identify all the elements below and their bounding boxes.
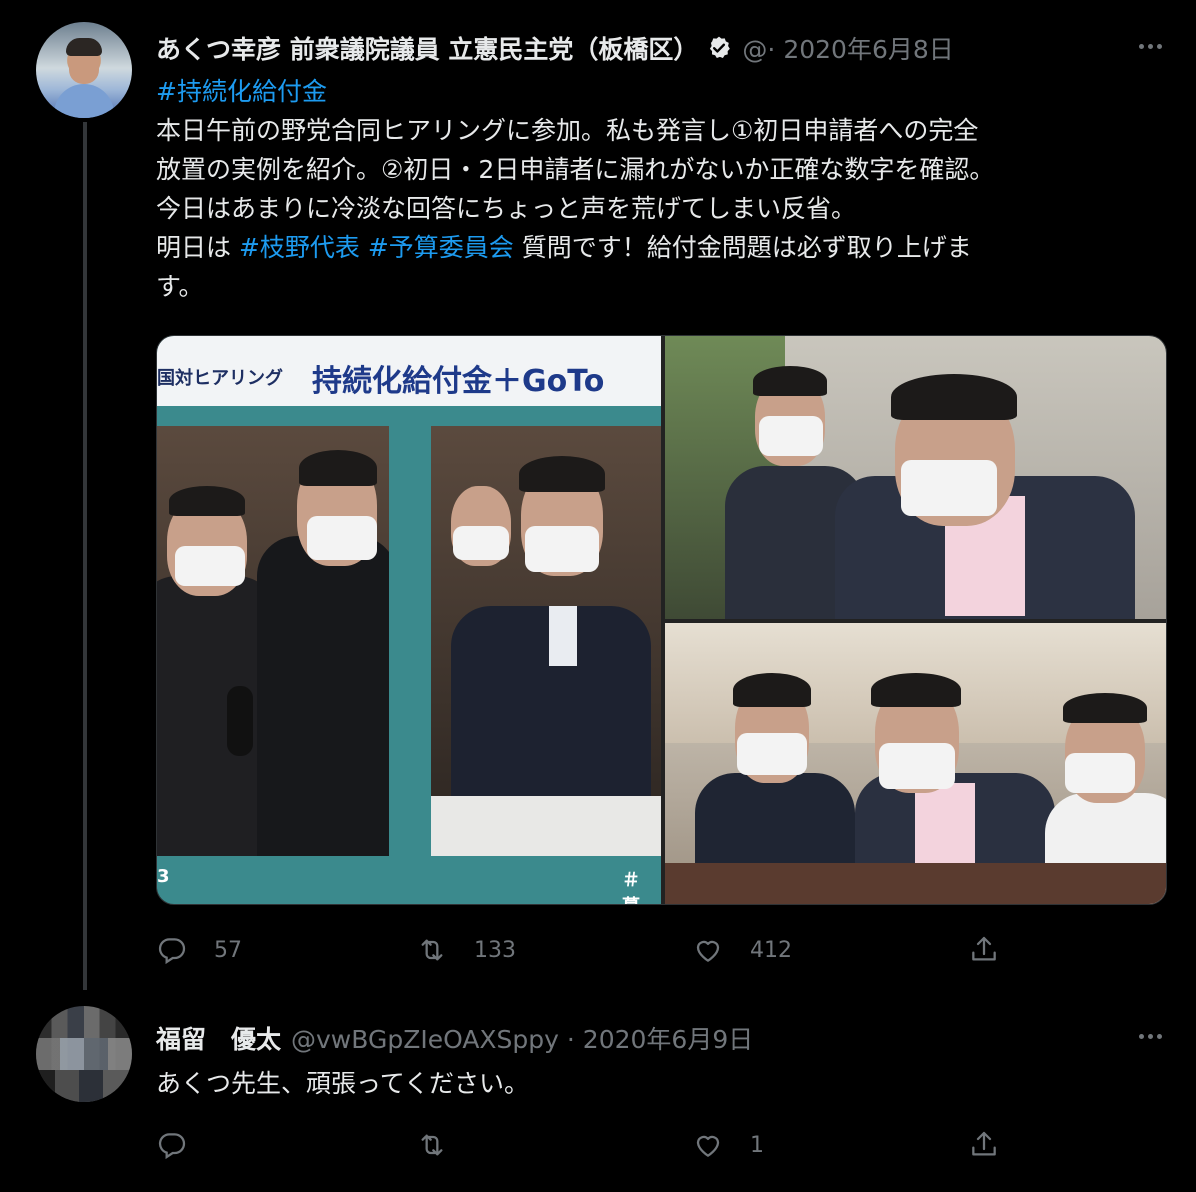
reply-button[interactable]: 57: [156, 932, 242, 968]
media-footer-left: 3: [157, 866, 170, 887]
reply-text: あくつ先生、頑張ってください。: [156, 1069, 530, 1098]
reply-actions: 1: [156, 1127, 1036, 1163]
video-panel-left: [157, 426, 389, 856]
tweet-text-line: #持続化給付金: [156, 72, 1156, 111]
like-count: 412: [750, 937, 792, 963]
thread-line: [83, 122, 87, 990]
tweet-text-line: 今日はあまりに冷淡な回答にちょっと声を荒げてしまい反省。: [156, 189, 1156, 228]
tweet-actions: 57 133 412: [156, 932, 1036, 968]
like-icon: [696, 1135, 720, 1157]
reply-button[interactable]: [156, 1127, 214, 1163]
more-icon[interactable]: [1130, 1024, 1170, 1048]
verified-icon: [710, 36, 731, 58]
reply-icon: [158, 938, 186, 965]
media-image-hearing[interactable]: 国対ヒアリング 持続化給付金＋GoTo 3 ＃: [157, 336, 661, 904]
tweet-media[interactable]: 国対ヒアリング 持続化給付金＋GoTo 3 ＃: [156, 335, 1167, 905]
hashtag-link[interactable]: #予算委員会: [368, 233, 514, 262]
tweet-text-line: 明日は #枝野代表 #予算委員会 質問です！給付金問題は必ず取り上げま: [156, 228, 1156, 267]
tweet-text-line: 本日午前の野党合同ヒアリングに参加。私も発言し①初日申請者への完全: [156, 111, 1156, 150]
retweet-icon: [421, 939, 443, 961]
media-footer-right: ＃ 暮: [622, 870, 640, 904]
like-button[interactable]: 412: [692, 932, 792, 968]
handle-date[interactable]: @· 2020年6月8日: [742, 30, 953, 66]
hashtag-link[interactable]: #枝野代表: [239, 233, 360, 262]
tweet-text-segment: 明日は: [156, 233, 239, 262]
retweet-icon: [421, 1134, 443, 1156]
more-icon[interactable]: [1130, 34, 1170, 58]
like-icon: [696, 940, 720, 962]
video-panel-right: [431, 426, 661, 856]
tweet-text-segment: 今日はあまりに冷淡な回答にちょっと声を荒げてしまい反省。: [156, 194, 857, 223]
tweet-text-segment: 質問です！給付金問題は必ず取り上げま: [513, 233, 972, 262]
tweet-text-segment: す。: [156, 272, 204, 301]
reply-avatar[interactable]: [36, 1006, 132, 1102]
tweet-text-segment: [360, 233, 368, 262]
tweet-text: #持続化給付金本日午前の野党合同ヒアリングに参加。私も発言し①初日申請者への完全…: [156, 72, 1156, 306]
hashtag-link[interactable]: #持続化給付金: [156, 77, 327, 106]
retweet-count: 133: [474, 937, 516, 963]
reply-author-name[interactable]: 福留 優太: [156, 1020, 281, 1056]
tweet-text-line: 放置の実例を紹介。②初日・2日申請者に漏れがないか正確な数字を確認。: [156, 150, 1156, 189]
like-count: 1: [750, 1132, 764, 1158]
share-button[interactable]: [968, 1127, 1000, 1163]
media-banner: 国対ヒアリング 持続化給付金＋GoTo: [157, 336, 661, 406]
share-icon: [972, 936, 996, 961]
banner-small-text: 国対ヒアリング: [157, 368, 283, 389]
retweet-button[interactable]: [416, 1127, 474, 1163]
reply-header: 福留 優太 @vwBGpZIeOAXSppy · 2020年6月9日: [156, 1018, 753, 1058]
banner-title: 持続化給付金＋GoTo: [312, 364, 605, 399]
share-icon: [972, 1131, 996, 1156]
tweet-text-segment: 放置の実例を紹介。②初日・2日申請者に漏れがないか正確な数字を確認。: [156, 155, 995, 184]
reply-icon: [158, 1133, 186, 1160]
tweet-header: あくつ幸彦 前衆議院議員 立憲民主党（板橋区） @· 2020年6月8日: [156, 28, 954, 68]
retweet-button[interactable]: 133: [416, 932, 516, 968]
author-name[interactable]: あくつ幸彦 前衆議院議員 立憲民主党（板橋区）: [156, 30, 698, 66]
media-image-portrait[interactable]: [665, 336, 1166, 619]
media-image-group[interactable]: [665, 623, 1166, 904]
author-avatar[interactable]: [36, 22, 132, 118]
tweet-text-line: す。: [156, 267, 1156, 306]
reply-handle-date[interactable]: @vwBGpZIeOAXSppy · 2020年6月9日: [291, 1020, 753, 1056]
share-button[interactable]: [968, 932, 1000, 968]
tweet-text-segment: 本日午前の野党合同ヒアリングに参加。私も発言し①初日申請者への完全: [156, 116, 979, 145]
like-button[interactable]: 1: [692, 1127, 764, 1163]
reply-count: 57: [214, 937, 242, 963]
